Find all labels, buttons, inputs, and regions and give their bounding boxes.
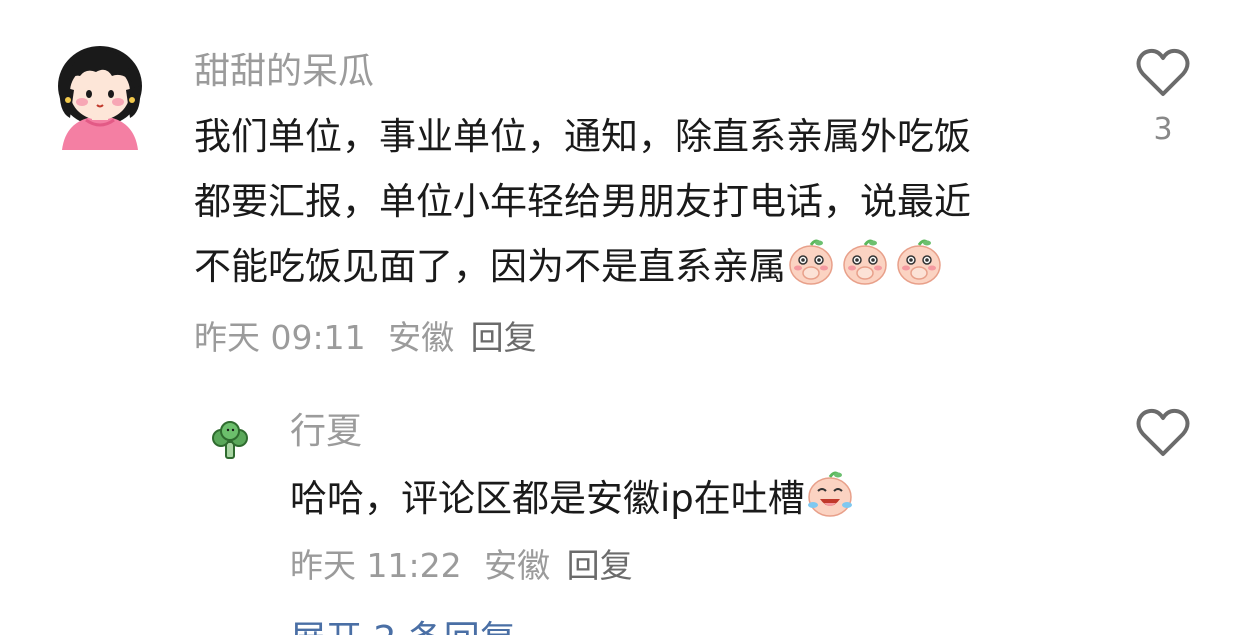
- peach-cover-mouth-emoji-icon: [897, 239, 941, 285]
- reply-location: 安徽: [484, 546, 551, 585]
- heart-outline-icon: [1136, 408, 1190, 456]
- girl-avatar-icon: [58, 46, 142, 150]
- peach-cover-mouth-emoji-icon: [789, 239, 833, 285]
- like-button[interactable]: 3: [1133, 48, 1193, 148]
- peach-cover-mouth-emoji-icon: [843, 239, 887, 285]
- user-avatar[interactable]: [52, 42, 148, 150]
- comment-line-text: 不能吃饭见面了，因为不是直系亲属: [194, 245, 786, 288]
- reply-time: 昨天 11:22: [290, 546, 462, 585]
- peach-laugh-cry-emoji-icon: [807, 471, 852, 517]
- comment-meta: 昨天 09:11 安徽 回复: [194, 316, 537, 360]
- emoji-group: [786, 239, 948, 288]
- heart-outline-icon: [1136, 48, 1190, 96]
- comment-username[interactable]: 甜甜的呆瓜: [194, 50, 374, 94]
- comment-time: 昨天 09:11: [194, 318, 366, 357]
- reply-username[interactable]: 行夏: [290, 410, 362, 454]
- comment-body: 我们单位，事业单位，通知，除直系亲属外吃饭 都要汇报，单位小年轻给男朋友打电话，…: [194, 104, 971, 299]
- expand-replies-link[interactable]: 展开 2 条回复: [290, 618, 516, 635]
- reply-body: 哈哈，评论区都是安徽ip在吐槽: [290, 466, 859, 531]
- user-avatar[interactable]: [208, 418, 252, 462]
- broccoli-avatar-icon: [212, 421, 248, 459]
- reply-button[interactable]: 回复: [567, 546, 633, 585]
- like-count: 3: [1153, 112, 1173, 147]
- like-button[interactable]: [1133, 408, 1193, 462]
- comment-line-last: 不能吃饭见面了，因为不是直系亲属: [194, 234, 971, 299]
- reply-button[interactable]: 回复: [471, 318, 537, 357]
- reply-meta: 昨天 11:22 安徽 回复: [290, 544, 633, 588]
- reply-text: 哈哈，评论区都是安徽ip在吐槽: [290, 477, 805, 520]
- comment-thread: 甜甜的呆瓜 我们单位，事业单位，通知，除直系亲属外吃饭 都要汇报，单位小年轻给男…: [0, 0, 1242, 635]
- comment-location: 安徽: [388, 318, 455, 357]
- comment-line: 都要汇报，单位小年轻给男朋友打电话，说最近: [194, 180, 971, 223]
- comment-line: 我们单位，事业单位，通知，除直系亲属外吃饭: [194, 115, 971, 158]
